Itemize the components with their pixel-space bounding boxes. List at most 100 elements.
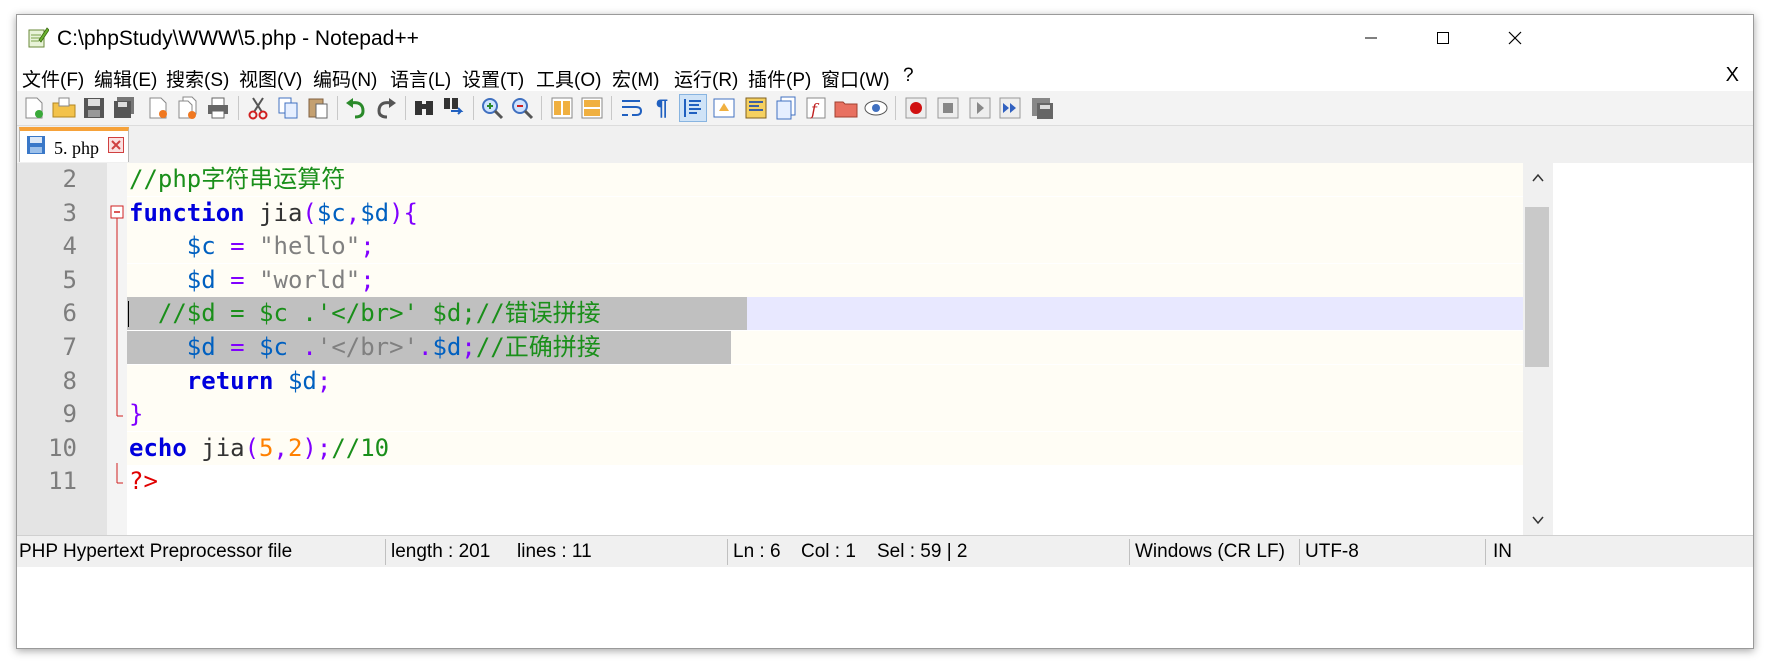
close-document-button[interactable]: X (1726, 64, 1739, 87)
redo-icon[interactable] (373, 95, 399, 121)
code-token: return (186, 366, 274, 395)
code-token: $c (316, 198, 346, 227)
status-line-number: Ln : 6 (733, 541, 781, 562)
status-insert-mode: IN (1493, 541, 1512, 562)
undo-icon[interactable] (343, 95, 369, 121)
doc-map-icon[interactable] (743, 95, 769, 121)
menu-tools[interactable]: 工具(O) (536, 65, 601, 92)
menu-edit[interactable]: 编辑(E) (94, 65, 157, 92)
maximize-button[interactable] (1407, 15, 1479, 61)
udl-icon[interactable] (711, 95, 737, 121)
menu-run[interactable]: 运行(R) (674, 65, 738, 92)
code-token: ); (302, 433, 332, 462)
find-icon[interactable] (411, 95, 437, 121)
code-token: ; (360, 232, 375, 261)
zoom-out-icon[interactable] (509, 95, 535, 121)
code-token: ; (316, 366, 332, 395)
save-macro-icon[interactable] (1029, 95, 1055, 121)
menu-file[interactable]: 文件(F) (22, 65, 84, 92)
indent-guide-icon[interactable] (679, 94, 707, 122)
close-window-button[interactable] (1479, 15, 1551, 61)
scroll-up-icon[interactable] (1532, 173, 1544, 183)
window-bottom-area (17, 567, 1753, 648)
menu-help[interactable]: ? (903, 65, 914, 87)
menu-settings[interactable]: 设置(T) (462, 65, 524, 92)
code-editor[interactable]: 2//php字符串运算符 3 function jia($c,$d){4 $c = … (17, 163, 1753, 535)
code-token: 2 (287, 433, 303, 462)
function-list-icon[interactable]: f (803, 95, 829, 121)
word-wrap-icon[interactable] (619, 95, 645, 121)
code-token: , (273, 433, 288, 462)
notepadpp-logo-icon (28, 27, 49, 48)
close-all-icon[interactable] (175, 95, 201, 121)
code-token: //正确拼接 (475, 333, 601, 361)
close-icon (1508, 31, 1522, 45)
new-file-icon[interactable] (21, 95, 47, 121)
play-macro-icon[interactable] (967, 95, 993, 121)
line-number: 7 (62, 333, 77, 361)
notepad-window: C:\phpStudy\WWW\5.php - Notepad++ 文件(F) … (16, 14, 1754, 649)
code-token: $c (186, 232, 216, 261)
window-title: C:\phpStudy\WWW\5.php - Notepad++ (57, 27, 419, 50)
fold-markers (110, 205, 124, 484)
scrollbar-thumb[interactable] (1525, 207, 1549, 367)
code-line: //$d = $c .'</br>' $d;//错误拼接 (129, 297, 601, 330)
code-token: ; (461, 333, 476, 361)
record-macro-icon[interactable] (903, 95, 929, 121)
line-background (127, 364, 1523, 398)
copy-icon[interactable] (275, 95, 301, 121)
code-token: ?> (129, 467, 158, 496)
code-line: $d = "world"; (129, 264, 375, 297)
code-token: $d (186, 265, 216, 294)
show-all-chars-icon[interactable]: ¶ (649, 95, 675, 121)
menu-language[interactable]: 语言(L) (390, 65, 451, 92)
code-token: , (345, 198, 361, 227)
folder-workspace-icon[interactable] (833, 95, 859, 121)
minimize-button[interactable] (1335, 15, 1407, 61)
code-token: $d (432, 333, 462, 361)
code-token: ( (302, 198, 317, 227)
code-line: return $d; (129, 365, 332, 398)
paste-icon[interactable] (305, 95, 331, 121)
code-token: 5 (259, 433, 274, 462)
fold-margin (107, 163, 127, 535)
scroll-down-icon[interactable] (1532, 515, 1544, 525)
cut-icon[interactable] (245, 95, 271, 121)
status-file-type: PHP Hypertext Preprocessor file (19, 541, 293, 562)
menu-encoding[interactable]: 编码(N) (313, 65, 377, 92)
sync-horizontal-icon[interactable] (579, 95, 605, 121)
code-token: "hello" (259, 232, 361, 261)
run-macro-multiple-icon[interactable] (997, 95, 1023, 121)
status-encoding[interactable]: UTF-8 (1305, 541, 1359, 563)
status-selection: Sel : 59 | 2 (877, 541, 968, 562)
open-file-icon[interactable] (51, 95, 77, 121)
status-length: length : 201 (391, 541, 491, 562)
menu-window[interactable]: 窗口(W) (821, 65, 890, 92)
status-eol[interactable]: Windows (CR LF) (1135, 541, 1285, 563)
save-icon[interactable] (81, 95, 107, 121)
menu-view[interactable]: 视图(V) (239, 65, 302, 92)
code-token: ){ (389, 198, 419, 227)
zoom-in-icon[interactable] (479, 95, 505, 121)
code-token: $c (259, 333, 288, 361)
menu-plugins[interactable]: 插件(P) (748, 65, 811, 92)
close-file-icon[interactable] (145, 95, 171, 121)
tab-5-php[interactable]: 5. php (19, 127, 129, 162)
code-token: '</br>' (316, 333, 419, 361)
tab-close-icon[interactable] (108, 137, 124, 153)
sync-vertical-icon[interactable] (549, 95, 575, 121)
doc-list-icon[interactable] (773, 95, 799, 121)
code-line: ?> (129, 465, 158, 498)
print-icon[interactable] (205, 95, 231, 121)
replace-icon[interactable] (441, 95, 467, 121)
vertical-scrollbar[interactable] (1523, 163, 1553, 535)
code-token: $d (360, 198, 390, 227)
line-number: 10 (48, 433, 77, 462)
save-all-icon[interactable] (111, 95, 137, 121)
menu-macro[interactable]: 宏(M) (612, 65, 659, 92)
menu-search[interactable]: 搜索(S) (166, 65, 229, 92)
monitoring-icon[interactable] (863, 95, 889, 121)
stop-macro-icon[interactable] (935, 95, 961, 121)
